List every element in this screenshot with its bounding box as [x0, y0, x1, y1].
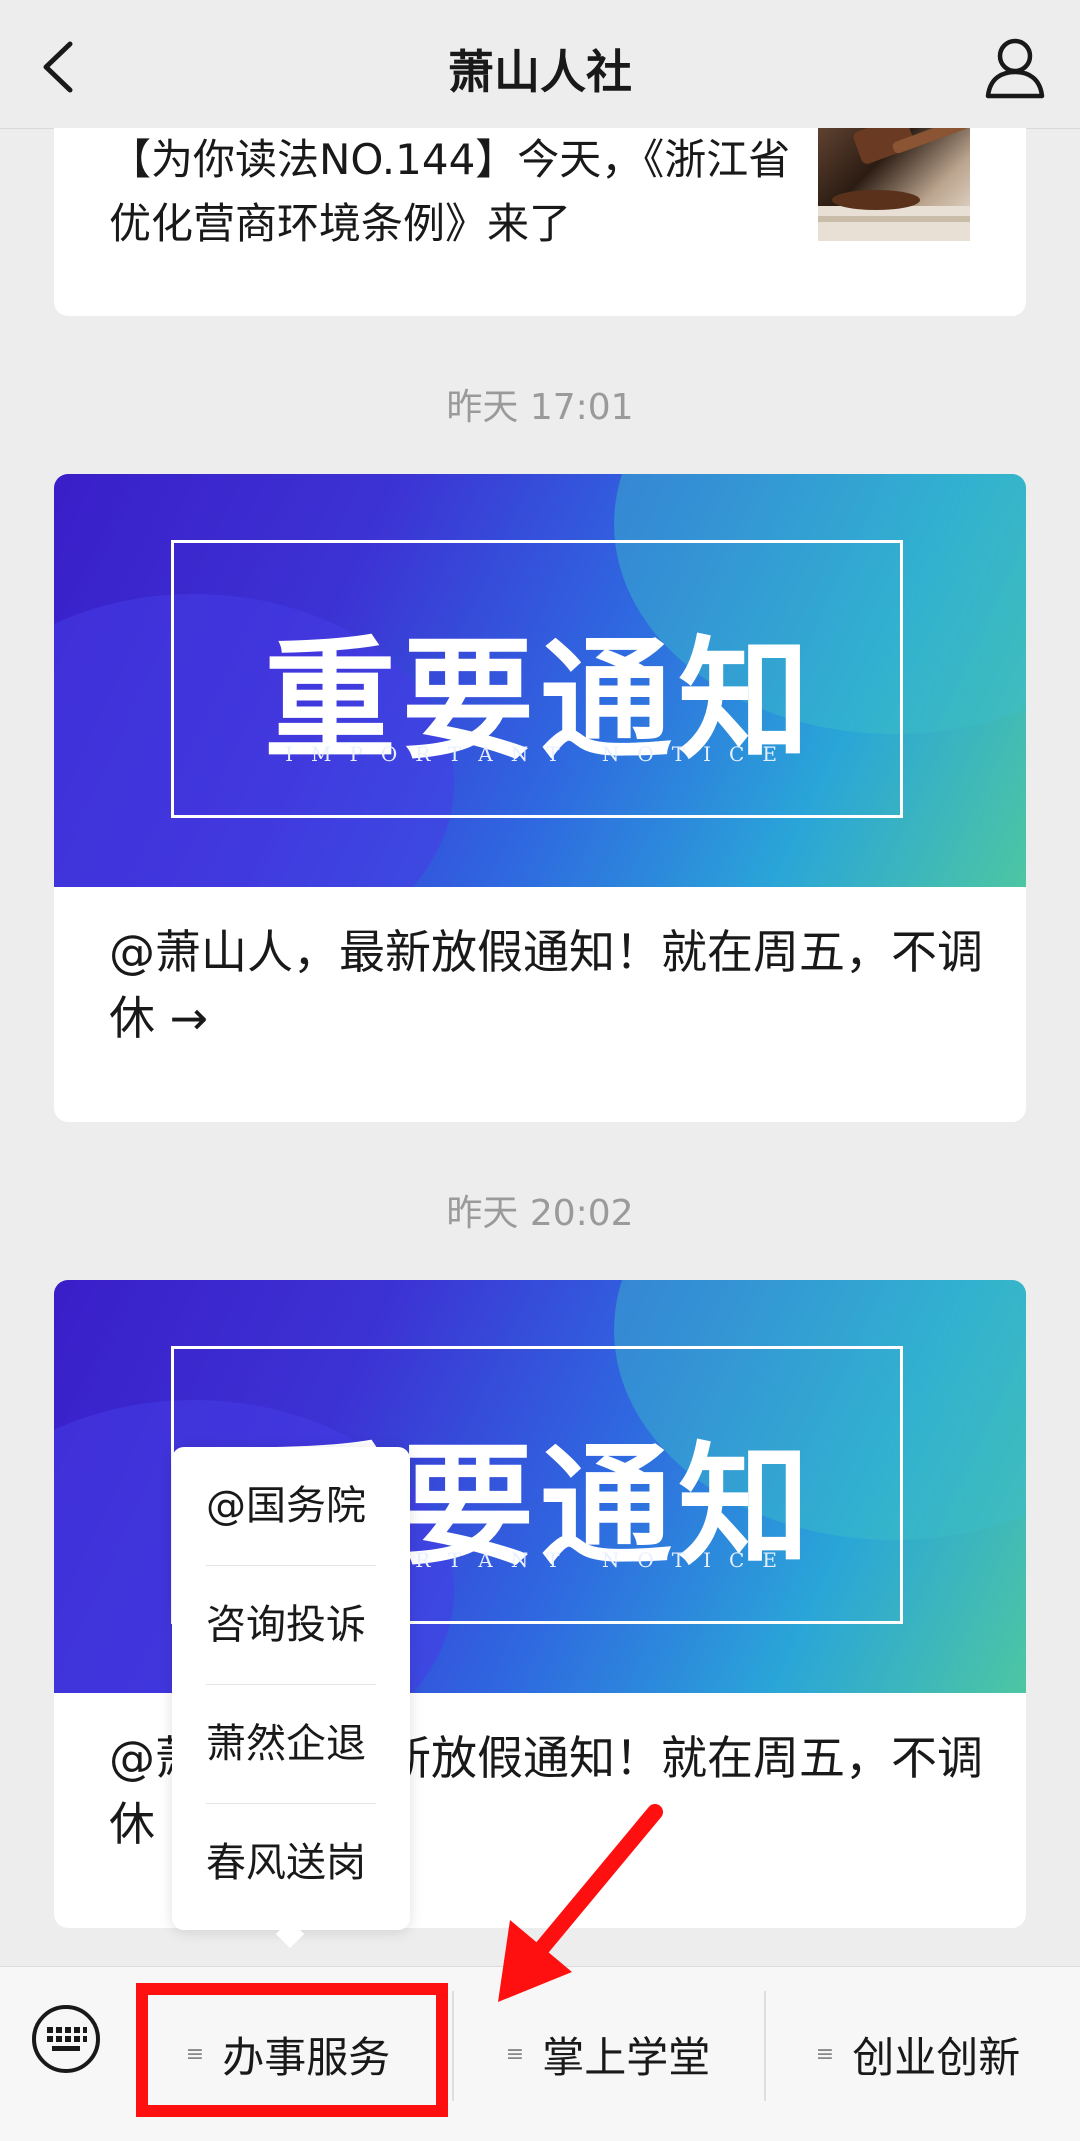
keyboard-icon[interactable]	[30, 2003, 102, 2075]
divider	[764, 1991, 766, 2101]
submenu-item[interactable]: 春风送岗	[206, 1804, 378, 1922]
notice-caption: @萧山人，最新放假通知！就在周五，不调休 →	[109, 925, 983, 1045]
submenu-item[interactable]: 萧然企退	[206, 1685, 378, 1803]
submenu-item[interactable]: 咨询投诉	[206, 1566, 378, 1684]
divider	[452, 1991, 454, 2101]
submenu-popup: @国务院 咨询投诉 萧然企退 春风送岗	[172, 1447, 410, 1949]
notice-card[interactable]: 重要通知 IMPORTANT NOTICE @萧山人，最新放假通知！就在周五，不…	[54, 474, 1026, 1122]
header: 萧山人社	[0, 0, 1080, 129]
message-list: 【为你读法NO.144】今天，《浙江省优化营商环境条例》来了 昨天 17:01 …	[0, 128, 1080, 1966]
person-icon[interactable]	[980, 32, 1050, 102]
gavel-image	[818, 128, 970, 241]
menu-lines-icon: ≡	[505, 2041, 525, 2067]
menu-entrepreneurship[interactable]: ≡ 创业创新	[768, 1967, 1068, 2141]
submenu-item[interactable]: @国务院	[206, 1447, 378, 1565]
menu-label: 掌上学堂	[542, 2032, 711, 2082]
page-title: 萧山人社	[448, 45, 632, 99]
highlight-box	[136, 1983, 448, 2117]
red-arrow-icon	[498, 1804, 663, 2002]
banner-subtitle: IMPORTANT NOTICE	[285, 742, 795, 766]
article-card[interactable]: 【为你读法NO.144】今天，《浙江省优化营商环境条例》来了	[54, 128, 1026, 316]
article-title: 【为你读法NO.144】今天，《浙江省优化营商环境条例》来了	[109, 135, 791, 248]
notice-banner: 重要通知 IMPORTANT NOTICE	[54, 474, 1026, 887]
timestamp: 昨天 17:01	[446, 387, 634, 428]
menu-label: 创业创新	[852, 2032, 1021, 2082]
timestamp: 昨天 20:02	[446, 1193, 634, 1234]
menu-lines-icon: ≡	[815, 2041, 835, 2067]
